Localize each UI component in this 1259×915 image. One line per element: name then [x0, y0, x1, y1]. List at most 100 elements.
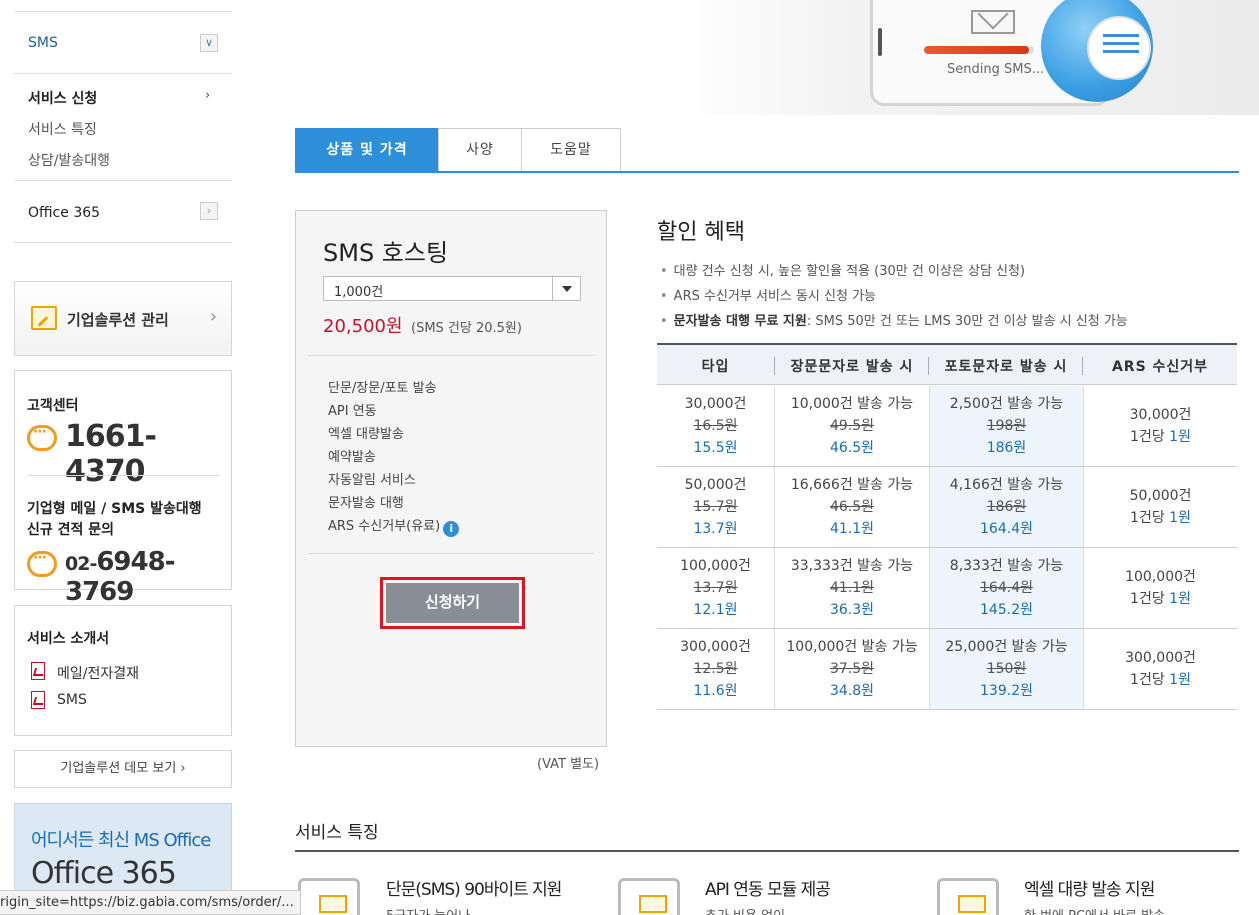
- feature-item: 단문/장문/포토 발송: [328, 381, 437, 396]
- text-lines-icon: [1103, 34, 1139, 58]
- feature-subtext: 추가 비용 없이: [705, 905, 785, 915]
- table-cell-type: 30,000건 16.5원 15.5원: [657, 393, 774, 459]
- envelope-icon: [971, 10, 1015, 34]
- feature-item-label: ARS 수신거부(유료): [328, 519, 441, 534]
- table-cell-type: 100,000건 13.7원 12.1원: [657, 555, 774, 621]
- api-envelope-icon: [618, 878, 680, 915]
- feature-heading: 엑셀 대량 발송 지원: [1024, 880, 1155, 900]
- price-note: (SMS 건당 20.5원): [411, 321, 522, 336]
- cell-new-price: 139.2원: [980, 683, 1033, 699]
- cell-per-label: 1건당: [1130, 672, 1165, 688]
- divider: [14, 73, 232, 74]
- sidebar-subitem-features[interactable]: 서비스 특징: [28, 119, 97, 139]
- feature-item: 문자발송 대행: [328, 496, 404, 511]
- chevron-right-icon: ›: [205, 88, 211, 103]
- quantity-select[interactable]: 1,000건: [323, 276, 581, 301]
- feature-item: ARS 수신거부(유료) i: [328, 515, 460, 537]
- feature-item: 예약발송: [328, 450, 376, 465]
- cell-new-price: 164.4원: [980, 521, 1033, 537]
- divider: [657, 466, 1237, 467]
- cell-new-price: 13.7원: [693, 521, 738, 537]
- intro-title: 서비스 소개서: [27, 631, 110, 647]
- intro-link-sms[interactable]: SMS: [57, 692, 87, 708]
- table-cell-ars: 50,000건 1건당 1원: [1084, 485, 1237, 529]
- feature-heading: API 연동 모듈 제공: [705, 880, 831, 900]
- corp-solution-button[interactable]: 기업솔루션 관리 ›: [14, 281, 232, 356]
- table-cell-type: 300,000건 12.5원 11.6원: [657, 636, 774, 702]
- cell-old-price: 16.5원: [693, 418, 738, 434]
- sidebar-item-label: SMS: [28, 35, 58, 51]
- divider: [657, 709, 1237, 710]
- cell-ars-price: 1원: [1169, 429, 1191, 445]
- cell-value: 25,000건 발송 가능: [945, 639, 1068, 655]
- tab-underline: [295, 171, 1239, 173]
- cell-value: 100,000건: [1125, 569, 1196, 585]
- tab-spec[interactable]: 사양: [438, 128, 522, 173]
- pdf-icon: [29, 691, 47, 709]
- chat-bubble-icon: [27, 424, 57, 451]
- sending-text: Sending SMS...: [947, 62, 1045, 77]
- service-intro-box: 서비스 소개서 메일/전자결재 SMS: [14, 605, 232, 736]
- apply-button-highlight: 신청하기: [380, 577, 525, 629]
- cell-per-label: 1건당: [1130, 591, 1165, 607]
- discount-title: 할인 혜택: [657, 220, 745, 245]
- ms-banner-title: Office 365: [31, 856, 177, 891]
- caret-down-icon[interactable]: [552, 277, 580, 300]
- apply-button[interactable]: 신청하기: [386, 583, 519, 623]
- cell-value: 50,000건: [1129, 488, 1192, 504]
- cell-new-price: 34.8원: [829, 683, 875, 699]
- bullet-text: : SMS 50만 건 또는 LMS 30만 건 이상 발송 시 신청 가능: [806, 314, 1128, 329]
- browser-status-bar: rigin_site=https://biz.gabia.com/sms/ord…: [0, 890, 301, 915]
- table-cell-ars: 300,000건 1건당 1원: [1084, 647, 1237, 691]
- quantity-select-value: 1,000건: [334, 285, 384, 300]
- cell-old-price: 198원: [986, 418, 1027, 434]
- ms-banner-text: 어디서든 최신 MS Office: [31, 830, 211, 851]
- table-cell-lms: 33,333건 발송 가능 41.1원 36.3원: [775, 555, 929, 621]
- tab-help[interactable]: 도움말: [521, 128, 621, 173]
- corp-mail-title: 기업형 메일 / SMS 발송대행 신규 견적 문의: [27, 501, 202, 538]
- envelope-icon: [958, 895, 986, 913]
- chevron-down-icon[interactable]: ∨: [200, 34, 218, 52]
- discount-bullet: 문자발송 대행 무료 지원: SMS 50만 건 또는 LMS 30만 건 이상…: [660, 310, 1128, 329]
- sidebar-subitem-apply[interactable]: 서비스 신청: [28, 88, 97, 108]
- table-cell-lms: 100,000건 발송 가능 37.5원 34.8원: [775, 636, 929, 702]
- cell-value: 50,000건: [684, 477, 747, 493]
- divider: [308, 553, 594, 554]
- cell-value: 100,000건 발송 가능: [786, 639, 918, 655]
- chevron-right-icon: ›: [209, 306, 217, 327]
- cell-new-price: 186원: [986, 440, 1027, 456]
- demo-button[interactable]: 기업솔루션 데모 보기 ›: [14, 750, 232, 788]
- table-cell-type: 50,000건 15.7원 13.7원: [657, 474, 774, 540]
- cell-per: 1건당 1원: [1084, 426, 1237, 448]
- table-cell-mms: 8,333건 발송 가능 164.4원 145.2원: [930, 555, 1083, 621]
- header-lms: 장문문자로 발송 시: [790, 359, 914, 375]
- divider: [295, 850, 1239, 852]
- cell-value: 8,333건 발송 가능: [949, 558, 1064, 574]
- chevron-right-icon[interactable]: ›: [200, 202, 218, 220]
- corp-phone: 02-6948-3769: [65, 547, 231, 607]
- envelope-icon: [639, 895, 667, 913]
- divider: [657, 628, 1237, 629]
- cell-old-price: 46.5원: [829, 499, 875, 515]
- product-box: SMS 호스팅 1,000건 20,500원 (SMS 건당 20.5원) 단문…: [295, 210, 607, 747]
- cell-per-label: 1건당: [1130, 429, 1165, 445]
- tab-product-price[interactable]: 상품 및 가격: [295, 128, 439, 173]
- cell-per: 1건당 1원: [1084, 669, 1237, 691]
- excel-envelope-icon: [937, 878, 999, 915]
- cell-value: 300,000건: [1125, 650, 1196, 666]
- cell-old-price: 15.7원: [693, 499, 738, 515]
- cell-ars-price: 1원: [1169, 591, 1191, 607]
- intro-link-mail[interactable]: 메일/전자결재: [57, 663, 139, 683]
- sidebar-subitem-consult[interactable]: 상담/발송대행: [28, 150, 110, 170]
- cell-new-price: 15.5원: [693, 440, 738, 456]
- cell-new-price: 41.1원: [829, 521, 875, 537]
- discount-bullet: 대량 건수 신청 시, 높은 할인율 적용 (30만 건 이상은 상담 신청): [660, 260, 1025, 279]
- cell-value: 300,000건: [680, 639, 751, 655]
- table-cell-mms: 4,166건 발송 가능 186원 164.4원: [930, 474, 1083, 540]
- cell-value: 4,166건 발송 가능: [949, 477, 1064, 493]
- cell-per-label: 1건당: [1130, 510, 1165, 526]
- cs-phone: 1661-4370: [65, 419, 157, 489]
- sidebar-top-divider: [14, 11, 232, 12]
- info-icon[interactable]: i: [443, 521, 460, 537]
- corp-solution-label: 기업솔루션 관리: [67, 311, 169, 329]
